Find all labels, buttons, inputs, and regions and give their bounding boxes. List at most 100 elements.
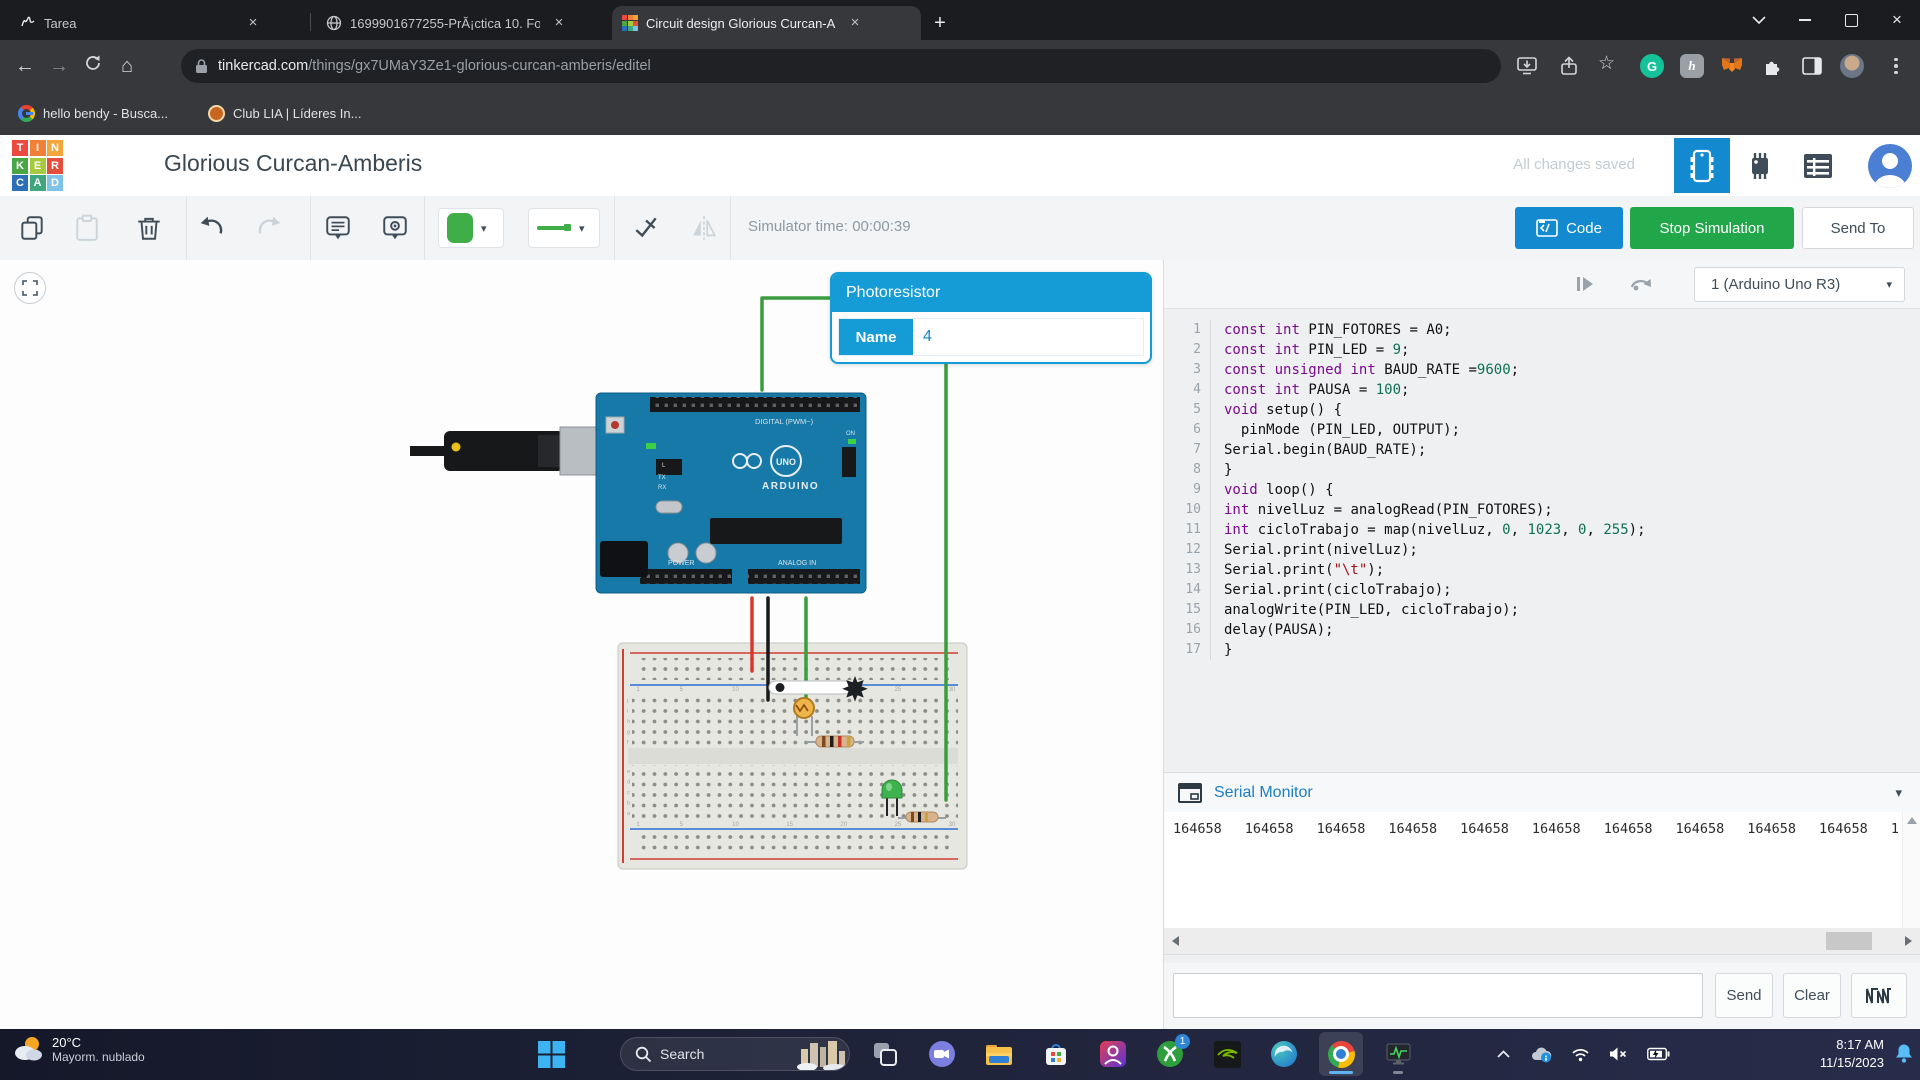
window-close-button[interactable]: ×: [1874, 0, 1920, 40]
install-app-icon[interactable]: [1516, 56, 1538, 76]
grammarly-extension-icon[interactable]: G: [1640, 54, 1664, 78]
volume-muted-icon[interactable]: [1609, 1046, 1628, 1062]
popup-title[interactable]: Photoresistor: [832, 274, 1150, 312]
share-icon[interactable]: [1558, 56, 1580, 76]
onedrive-cloud-icon[interactable]: [1530, 1046, 1552, 1063]
taskbar-search[interactable]: Search: [620, 1037, 850, 1071]
notes-icon[interactable]: [324, 214, 352, 242]
svg-text:c: c: [627, 790, 630, 796]
redo-icon[interactable]: [255, 214, 283, 242]
forward-icon[interactable]: →: [42, 55, 76, 78]
tab-close-icon[interactable]: ×: [846, 14, 864, 32]
user-avatar[interactable]: [1868, 144, 1912, 188]
arduino-uno[interactable]: DIGITAL (PWM~) UNO ARDUINO L TX RX POWER…: [410, 393, 866, 593]
serial-graph-button[interactable]: [1851, 973, 1907, 1018]
bookmark-item[interactable]: Club LIA | Líderes In...: [208, 105, 361, 122]
browser-menu-icon[interactable]: [1884, 54, 1908, 78]
xbox-button[interactable]: 1: [1148, 1032, 1192, 1076]
edge-icon: [1270, 1040, 1298, 1068]
breadboard[interactable]: 115510101515202025253030 jihgfedcba: [618, 643, 967, 869]
side-panel-icon[interactable]: [1800, 54, 1824, 78]
profile-avatar[interactable]: [1840, 54, 1864, 78]
tab-close-icon[interactable]: ×: [244, 14, 262, 32]
new-tab-button[interactable]: +: [915, 6, 965, 40]
serial-input[interactable]: [1173, 973, 1703, 1018]
scrollbar-thumb[interactable]: [1826, 932, 1872, 950]
undo-icon[interactable]: [198, 214, 226, 242]
taskbar-clock[interactable]: 8:17 AM 11/15/2023: [1820, 1036, 1884, 1072]
serial-vertical-scrollbar[interactable]: [1902, 812, 1920, 928]
nvidia-button[interactable]: [1205, 1032, 1249, 1076]
serial-clear-button[interactable]: Clear: [1783, 973, 1841, 1018]
design-title[interactable]: Glorious Curcan-Amberis: [164, 150, 422, 177]
rotate-icon[interactable]: [1629, 273, 1653, 295]
schematic-view-button[interactable]: [1732, 138, 1788, 193]
paste-icon[interactable]: [73, 214, 101, 242]
chrome-button[interactable]: [1319, 1032, 1363, 1076]
edge-button[interactable]: [1262, 1032, 1306, 1076]
code-button[interactable]: Code: [1515, 207, 1623, 249]
url-omnibox[interactable]: tinkercad.com/things/gx7UMaY3Ze1-gloriou…: [181, 49, 1501, 83]
serial-monitor-header[interactable]: Serial Monitor ▾: [1164, 772, 1920, 813]
stop-simulation-button[interactable]: Stop Simulation: [1630, 207, 1794, 249]
tab-circuit-design[interactable]: Circuit design Glorious Curcan-A ×: [612, 6, 921, 40]
breadboard-view-button[interactable]: [1674, 138, 1730, 193]
resistor-1[interactable]: [816, 736, 854, 747]
home-icon[interactable]: ⌂: [110, 55, 144, 78]
folder-icon: [984, 1041, 1014, 1067]
club-lia-favicon: [208, 105, 225, 122]
serial-send-button[interactable]: Send: [1715, 973, 1773, 1018]
teams-chat-button[interactable]: [920, 1032, 964, 1076]
bookmark-star-icon[interactable]: ☆: [1598, 52, 1615, 75]
persona-app-button[interactable]: [1091, 1032, 1135, 1076]
bookmark-item[interactable]: hello bendy - Busca...: [18, 105, 168, 122]
task-manager-button[interactable]: [1376, 1032, 1420, 1076]
task-view-button[interactable]: [863, 1032, 907, 1076]
window-maximize-button[interactable]: [1828, 0, 1874, 40]
tab-practica[interactable]: 1699901677255-PrĂ¡ctica 10. Fot ×: [316, 6, 622, 40]
flip-icon[interactable]: [690, 214, 718, 242]
light-slider-knob[interactable]: [776, 683, 785, 692]
popup-name-input[interactable]: [913, 319, 1143, 355]
board-selector-dropdown[interactable]: 1 (Arduino Uno R3)▾: [1694, 267, 1905, 302]
serial-horizontal-scrollbar[interactable]: [1164, 928, 1920, 955]
start-button[interactable]: [538, 1041, 565, 1073]
color-dropdown[interactable]: ▾: [438, 208, 504, 248]
battery-icon[interactable]: [1647, 1047, 1670, 1061]
h-extension-icon[interactable]: h: [1680, 54, 1704, 78]
component-list-view-button[interactable]: [1790, 138, 1846, 193]
metamask-extension-icon[interactable]: [1720, 54, 1744, 78]
inspect-icon[interactable]: [381, 214, 409, 242]
photoresistor-component[interactable]: [794, 698, 814, 718]
reload-icon[interactable]: [76, 54, 110, 78]
label-power: POWER: [668, 560, 694, 567]
wire-check-icon[interactable]: [632, 214, 660, 242]
wifi-icon[interactable]: [1571, 1047, 1590, 1062]
circuit-canvas[interactable]: DIGITAL (PWM~) UNO ARDUINO L TX RX POWER…: [0, 260, 1163, 1029]
logo-letter: I: [30, 140, 46, 156]
resistor-2[interactable]: [906, 812, 938, 822]
serial-monitor-output[interactable]: 1646581646581646581646581646581646581646…: [1164, 812, 1920, 928]
notifications-button[interactable]: [1894, 1043, 1914, 1070]
delete-icon[interactable]: [135, 214, 163, 242]
tab-close-icon[interactable]: ×: [550, 14, 568, 32]
tab-search-chevron-icon[interactable]: [1736, 0, 1782, 40]
window-minimize-button[interactable]: [1782, 0, 1828, 40]
copy-icon[interactable]: [18, 214, 46, 242]
wire-style-dropdown[interactable]: ▾: [528, 208, 600, 248]
tinkercad-logo[interactable]: TINKERCAD: [12, 140, 63, 191]
send-to-button[interactable]: Send To: [1802, 207, 1914, 249]
back-icon[interactable]: ←: [8, 55, 42, 78]
debug-step-icon[interactable]: [1574, 273, 1596, 295]
tab-tarea[interactable]: Tarea ×: [10, 6, 326, 40]
serial-value: 164658: [1388, 821, 1437, 837]
extensions-puzzle-icon[interactable]: [1760, 54, 1784, 78]
weather-widget[interactable]: 20°CMayorm. nublado: [12, 1034, 145, 1064]
photoresistor-popup[interactable]: Photoresistor Name: [830, 272, 1152, 364]
tray-chevron-icon[interactable]: [1496, 1049, 1511, 1059]
code-line: 7Serial.begin(BAUD_RATE);: [1164, 440, 1920, 460]
serial-collapse-caret[interactable]: ▾: [1895, 785, 1902, 801]
code-editor[interactable]: 1const int PIN_FOTORES = A0;2const int P…: [1164, 308, 1920, 784]
microsoft-store-button[interactable]: [1034, 1032, 1078, 1076]
file-explorer-button[interactable]: [977, 1032, 1021, 1076]
